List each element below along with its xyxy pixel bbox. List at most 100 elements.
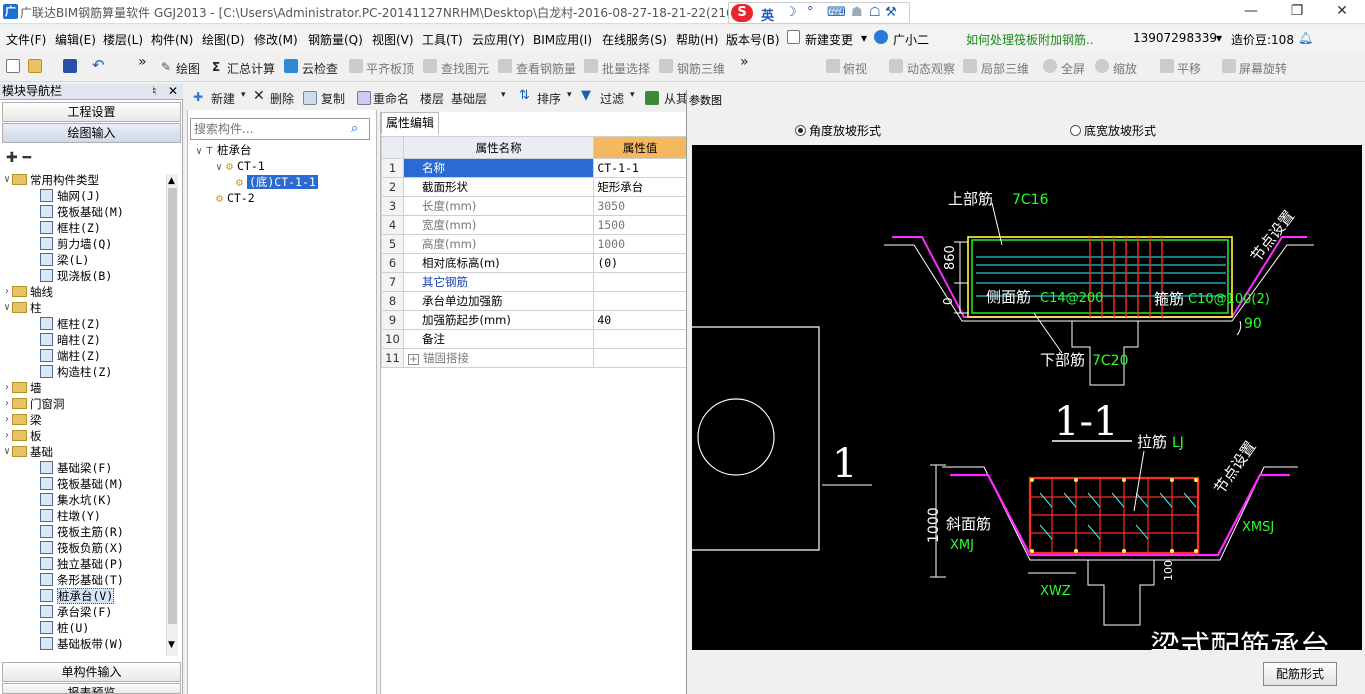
new-file-icon[interactable]: [6, 59, 20, 73]
sogou-logo-icon[interactable]: S: [731, 4, 753, 22]
chevron-down-icon[interactable]: ∨: [216, 162, 222, 173]
assistant-menu[interactable]: 广小二: [893, 31, 929, 48]
property-row[interactable]: 3 长度(mm) 3050: [381, 196, 687, 216]
local-3d-button[interactable]: 局部三维: [981, 60, 1029, 77]
component-tree-node[interactable]: ∨ ⚙ CT-1: [216, 158, 265, 174]
draw-button[interactable]: 绘图: [176, 60, 200, 77]
expand-all-icon[interactable]: ✚ ━: [6, 150, 31, 166]
ime-moon-icon[interactable]: ☽: [785, 5, 797, 20]
single-input-button[interactable]: 单构件输入: [2, 662, 181, 682]
chevron-right-icon[interactable]: ›: [4, 428, 10, 444]
floor-dropdown-icon[interactable]: ▾: [501, 90, 506, 100]
tree-item[interactable]: 剪力墙(Q): [40, 236, 112, 252]
chevron-down-icon[interactable]: ∨: [4, 300, 10, 316]
property-row[interactable]: 10 备注: [381, 329, 687, 349]
ime-lang-icon[interactable]: 英: [761, 5, 774, 24]
tree-item[interactable]: 基础梁(F): [40, 460, 112, 476]
find-element-button[interactable]: 查找图元: [441, 60, 489, 77]
menu-component[interactable]: 构件(N): [151, 31, 193, 48]
tree-item[interactable]: 基础板带(W): [40, 636, 124, 652]
notification-bell-icon[interactable]: 🔔︎: [1298, 31, 1313, 45]
property-row[interactable]: 4 宽度(mm) 1500: [381, 215, 687, 235]
tree-item[interactable]: 框柱(Z): [40, 316, 101, 332]
tree-item[interactable]: 筏板基础(M): [40, 476, 124, 492]
chevron-right-icon[interactable]: ›: [4, 380, 10, 396]
tree-item[interactable]: 梁(L): [40, 252, 89, 268]
menu-cloud[interactable]: 云应用(Y): [472, 31, 525, 48]
tree-item[interactable]: 框柱(Z): [40, 220, 101, 236]
tab-property-edit[interactable]: 属性编辑: [381, 112, 439, 134]
chevron-down-icon[interactable]: ∨: [4, 444, 10, 460]
radio-width-slope[interactable]: 底宽放坡形式: [1070, 122, 1156, 139]
menu-view[interactable]: 视图(V): [372, 31, 414, 48]
sort-dropdown-icon[interactable]: ▾: [567, 90, 572, 100]
search-input[interactable]: [194, 120, 344, 138]
ime-user-icon[interactable]: ☗: [851, 5, 863, 20]
property-row[interactable]: 6 相对底标高(m) (0): [381, 253, 687, 273]
menu-tools[interactable]: 工具(T): [422, 31, 463, 48]
tree-folder[interactable]: ∨ 常用构件类型: [4, 172, 99, 188]
minimize-button[interactable]: —: [1228, 0, 1274, 24]
tree-folder[interactable]: › 墙: [4, 380, 42, 396]
tree-item[interactable]: 现浇板(B): [40, 268, 112, 284]
ime-punct-icon[interactable]: °: [807, 5, 814, 20]
component-tree-node[interactable]: ⚙ (底)CT-1-1: [236, 174, 318, 190]
property-value[interactable]: (0): [593, 253, 687, 273]
property-value[interactable]: 1500: [593, 215, 687, 235]
menu-floor[interactable]: 楼层(L): [103, 31, 143, 48]
save-icon[interactable]: [63, 59, 77, 73]
ime-keyboard-icon[interactable]: ⌨: [827, 5, 846, 20]
fullscreen-button[interactable]: 全屏: [1061, 60, 1085, 77]
tree-item[interactable]: 筏板主筋(R): [40, 524, 124, 540]
report-preview-button[interactable]: 报表预览: [2, 683, 181, 694]
tree-item[interactable]: 筏板负筋(X): [40, 540, 124, 556]
property-value[interactable]: [593, 348, 687, 368]
property-row[interactable]: 7 其它钢筋: [381, 272, 687, 292]
menu-online[interactable]: 在线服务(S): [602, 31, 667, 48]
undo-icon[interactable]: ↶: [92, 56, 105, 74]
dyn-observe-button[interactable]: 动态观察: [907, 60, 955, 77]
cloud-check-button[interactable]: 云检查: [302, 60, 338, 77]
chevron-right-icon[interactable]: ›: [4, 284, 10, 300]
property-value[interactable]: [593, 291, 687, 311]
menu-modify[interactable]: 修改(M): [254, 31, 298, 48]
top-view-button[interactable]: 俯视: [843, 60, 867, 77]
tree-item[interactable]: 构造柱(Z): [40, 364, 112, 380]
tree-item[interactable]: 柱墩(Y): [40, 508, 101, 524]
tree-item[interactable]: 暗柱(Z): [40, 332, 101, 348]
expand-icon[interactable]: +: [407, 354, 419, 365]
property-row[interactable]: 5 高度(mm) 1000: [381, 234, 687, 254]
radio-angle-indicator[interactable]: [795, 125, 806, 136]
pan-button[interactable]: 平移: [1177, 60, 1201, 77]
property-row[interactable]: 1 名称 CT-1-1: [381, 158, 687, 178]
chevron-down-icon[interactable]: ∨: [196, 146, 202, 157]
tree-item[interactable]: 条形基础(T): [40, 572, 124, 588]
component-tree-node[interactable]: ∨ ⊤ 桩承台: [196, 142, 251, 158]
screen-rotate-button[interactable]: 屏幕旋转: [1239, 60, 1287, 77]
project-settings-button[interactable]: 工程设置: [2, 102, 181, 122]
property-value[interactable]: [593, 272, 687, 292]
chevron-right-icon[interactable]: ›: [4, 412, 10, 428]
tree-item[interactable]: 端柱(Z): [40, 348, 101, 364]
chevron-right-icon[interactable]: ›: [4, 396, 10, 412]
rename-button[interactable]: 重命名: [373, 90, 409, 107]
delete-button[interactable]: 删除: [270, 90, 294, 107]
tree-item[interactable]: 桩(U): [40, 620, 89, 636]
more-icon-2[interactable]: »: [740, 54, 749, 70]
radio-width-indicator[interactable]: [1070, 125, 1081, 136]
draw-input-button[interactable]: 绘图输入: [2, 123, 181, 143]
property-value[interactable]: 1000: [593, 234, 687, 254]
floor-select[interactable]: 基础层: [451, 90, 487, 107]
question-link[interactable]: 如何处理筏板附加钢筋..: [966, 31, 1094, 48]
view-rebar-button[interactable]: 查看钢筋量: [516, 60, 576, 77]
tree-item[interactable]: 桩承台(V): [40, 588, 115, 604]
ime-tool-icon[interactable]: ⚒: [885, 5, 897, 20]
radio-angle-slope[interactable]: 角度放坡形式: [795, 122, 881, 139]
zoom-button[interactable]: 缩放: [1113, 60, 1137, 77]
new-dropdown-icon[interactable]: ▾: [241, 90, 246, 100]
menu-version[interactable]: 版本号(B): [726, 31, 780, 48]
tree-item[interactable]: 承台梁(F): [40, 604, 112, 620]
component-tree-node[interactable]: ⚙ CT-2: [216, 190, 255, 206]
tree-folder[interactable]: ∨ 基础: [4, 444, 53, 460]
chevron-down-icon[interactable]: ∨: [4, 172, 10, 188]
